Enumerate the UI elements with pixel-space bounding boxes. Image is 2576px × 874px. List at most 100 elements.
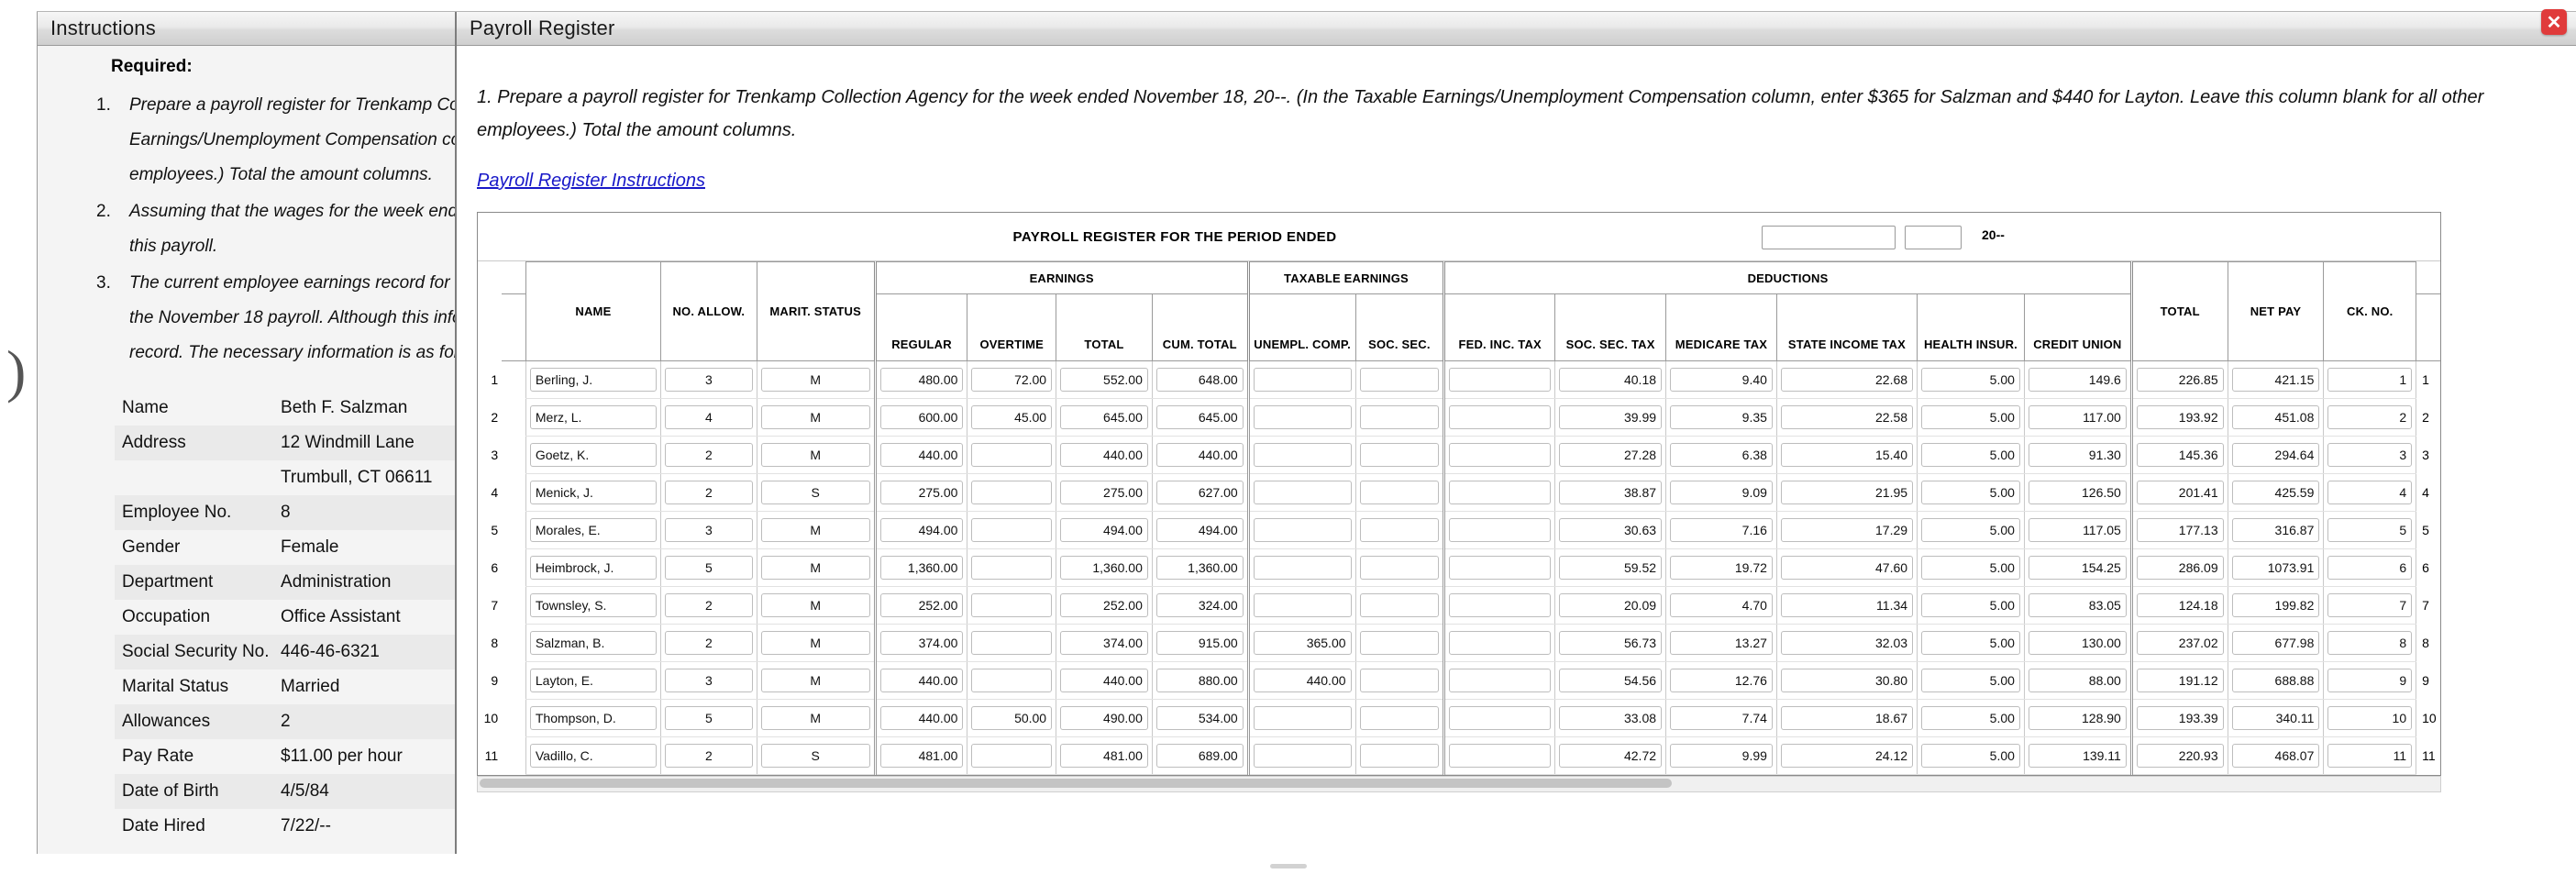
cum-total-input[interactable] <box>1155 443 1244 467</box>
payroll-register-instructions-link[interactable]: Payroll Register Instructions <box>477 171 705 192</box>
cum-total-input[interactable] <box>1155 518 1244 542</box>
unempl-comp-input[interactable] <box>1253 368 1352 392</box>
marit-status-input[interactable] <box>760 405 870 429</box>
overtime-earnings-input[interactable] <box>971 593 1053 617</box>
state-income-tax-input[interactable] <box>1780 368 1914 392</box>
net-pay-input[interactable] <box>2231 443 2320 467</box>
net-pay-input[interactable] <box>2231 593 2320 617</box>
unempl-comp-input[interactable] <box>1253 706 1352 730</box>
employee-name-input[interactable] <box>529 631 657 655</box>
regular-earnings-input[interactable] <box>879 593 964 617</box>
soc-sec-tax-input[interactable] <box>1559 631 1663 655</box>
medicare-tax-input[interactable] <box>1670 706 1773 730</box>
total-deductions-input[interactable] <box>2136 481 2224 504</box>
employee-name-input[interactable] <box>529 669 657 692</box>
total-earnings-input[interactable] <box>1060 744 1148 768</box>
state-income-tax-input[interactable] <box>1780 556 1914 580</box>
total-earnings-input[interactable] <box>1060 405 1148 429</box>
net-pay-input[interactable] <box>2231 481 2320 504</box>
fed-inc-tax-input[interactable] <box>1449 368 1552 392</box>
total-deductions-input[interactable] <box>2136 556 2224 580</box>
regular-earnings-input[interactable] <box>879 518 964 542</box>
ck-no-input[interactable] <box>2327 631 2413 655</box>
regular-earnings-input[interactable] <box>879 744 964 768</box>
cum-total-input[interactable] <box>1155 631 1244 655</box>
regular-earnings-input[interactable] <box>879 481 964 504</box>
no-allow-input[interactable] <box>664 405 753 429</box>
total-deductions-input[interactable] <box>2136 744 2224 768</box>
cum-total-input[interactable] <box>1155 405 1244 429</box>
soc-sec-tax-input[interactable] <box>1559 669 1663 692</box>
fed-inc-tax-input[interactable] <box>1449 744 1552 768</box>
state-income-tax-input[interactable] <box>1780 706 1914 730</box>
soc-sec-tax-input[interactable] <box>1559 706 1663 730</box>
total-earnings-input[interactable] <box>1060 518 1148 542</box>
net-pay-input[interactable] <box>2231 706 2320 730</box>
marit-status-input[interactable] <box>760 669 870 692</box>
total-deductions-input[interactable] <box>2136 593 2224 617</box>
net-pay-input[interactable] <box>2231 518 2320 542</box>
total-earnings-input[interactable] <box>1060 443 1148 467</box>
no-allow-input[interactable] <box>664 593 753 617</box>
credit-union-input[interactable] <box>2028 706 2127 730</box>
marit-status-input[interactable] <box>760 556 870 580</box>
regular-earnings-input[interactable] <box>879 669 964 692</box>
cum-total-input[interactable] <box>1155 593 1244 617</box>
close-icon[interactable]: ✕ <box>2541 9 2567 35</box>
health-insur-input[interactable] <box>1921 593 2020 617</box>
fed-inc-tax-input[interactable] <box>1449 631 1552 655</box>
employee-name-input[interactable] <box>529 593 657 617</box>
soc-sec-tax-input[interactable] <box>1559 443 1663 467</box>
regular-earnings-input[interactable] <box>879 556 964 580</box>
total-earnings-input[interactable] <box>1060 556 1148 580</box>
regular-earnings-input[interactable] <box>879 405 964 429</box>
fed-inc-tax-input[interactable] <box>1449 706 1552 730</box>
credit-union-input[interactable] <box>2028 631 2127 655</box>
credit-union-input[interactable] <box>2028 593 2127 617</box>
state-income-tax-input[interactable] <box>1780 405 1914 429</box>
state-income-tax-input[interactable] <box>1780 518 1914 542</box>
state-income-tax-input[interactable] <box>1780 481 1914 504</box>
fed-inc-tax-input[interactable] <box>1449 405 1552 429</box>
no-allow-input[interactable] <box>664 518 753 542</box>
unempl-comp-input[interactable] <box>1253 481 1352 504</box>
employee-name-input[interactable] <box>529 405 657 429</box>
total-earnings-input[interactable] <box>1060 669 1148 692</box>
cum-total-input[interactable] <box>1155 706 1244 730</box>
marit-status-input[interactable] <box>760 593 870 617</box>
credit-union-input[interactable] <box>2028 669 2127 692</box>
no-allow-input[interactable] <box>664 368 753 392</box>
soc-sec-taxable-input[interactable] <box>1359 368 1440 392</box>
total-earnings-input[interactable] <box>1060 593 1148 617</box>
employee-name-input[interactable] <box>529 518 657 542</box>
credit-union-input[interactable] <box>2028 368 2127 392</box>
regular-earnings-input[interactable] <box>879 368 964 392</box>
ck-no-input[interactable] <box>2327 744 2413 768</box>
medicare-tax-input[interactable] <box>1670 405 1773 429</box>
total-earnings-input[interactable] <box>1060 481 1148 504</box>
fed-inc-tax-input[interactable] <box>1449 669 1552 692</box>
soc-sec-taxable-input[interactable] <box>1359 744 1440 768</box>
ck-no-input[interactable] <box>2327 481 2413 504</box>
ck-no-input[interactable] <box>2327 593 2413 617</box>
marit-status-input[interactable] <box>760 518 870 542</box>
ck-no-input[interactable] <box>2327 556 2413 580</box>
employee-name-input[interactable] <box>529 744 657 768</box>
medicare-tax-input[interactable] <box>1670 669 1773 692</box>
soc-sec-tax-input[interactable] <box>1559 593 1663 617</box>
net-pay-input[interactable] <box>2231 631 2320 655</box>
credit-union-input[interactable] <box>2028 518 2127 542</box>
fed-inc-tax-input[interactable] <box>1449 443 1552 467</box>
state-income-tax-input[interactable] <box>1780 669 1914 692</box>
medicare-tax-input[interactable] <box>1670 744 1773 768</box>
overtime-earnings-input[interactable] <box>971 481 1053 504</box>
medicare-tax-input[interactable] <box>1670 593 1773 617</box>
medicare-tax-input[interactable] <box>1670 518 1773 542</box>
soc-sec-taxable-input[interactable] <box>1359 481 1440 504</box>
medicare-tax-input[interactable] <box>1670 481 1773 504</box>
soc-sec-taxable-input[interactable] <box>1359 518 1440 542</box>
health-insur-input[interactable] <box>1921 706 2020 730</box>
employee-name-input[interactable] <box>529 368 657 392</box>
marit-status-input[interactable] <box>760 631 870 655</box>
unempl-comp-input[interactable] <box>1253 443 1352 467</box>
